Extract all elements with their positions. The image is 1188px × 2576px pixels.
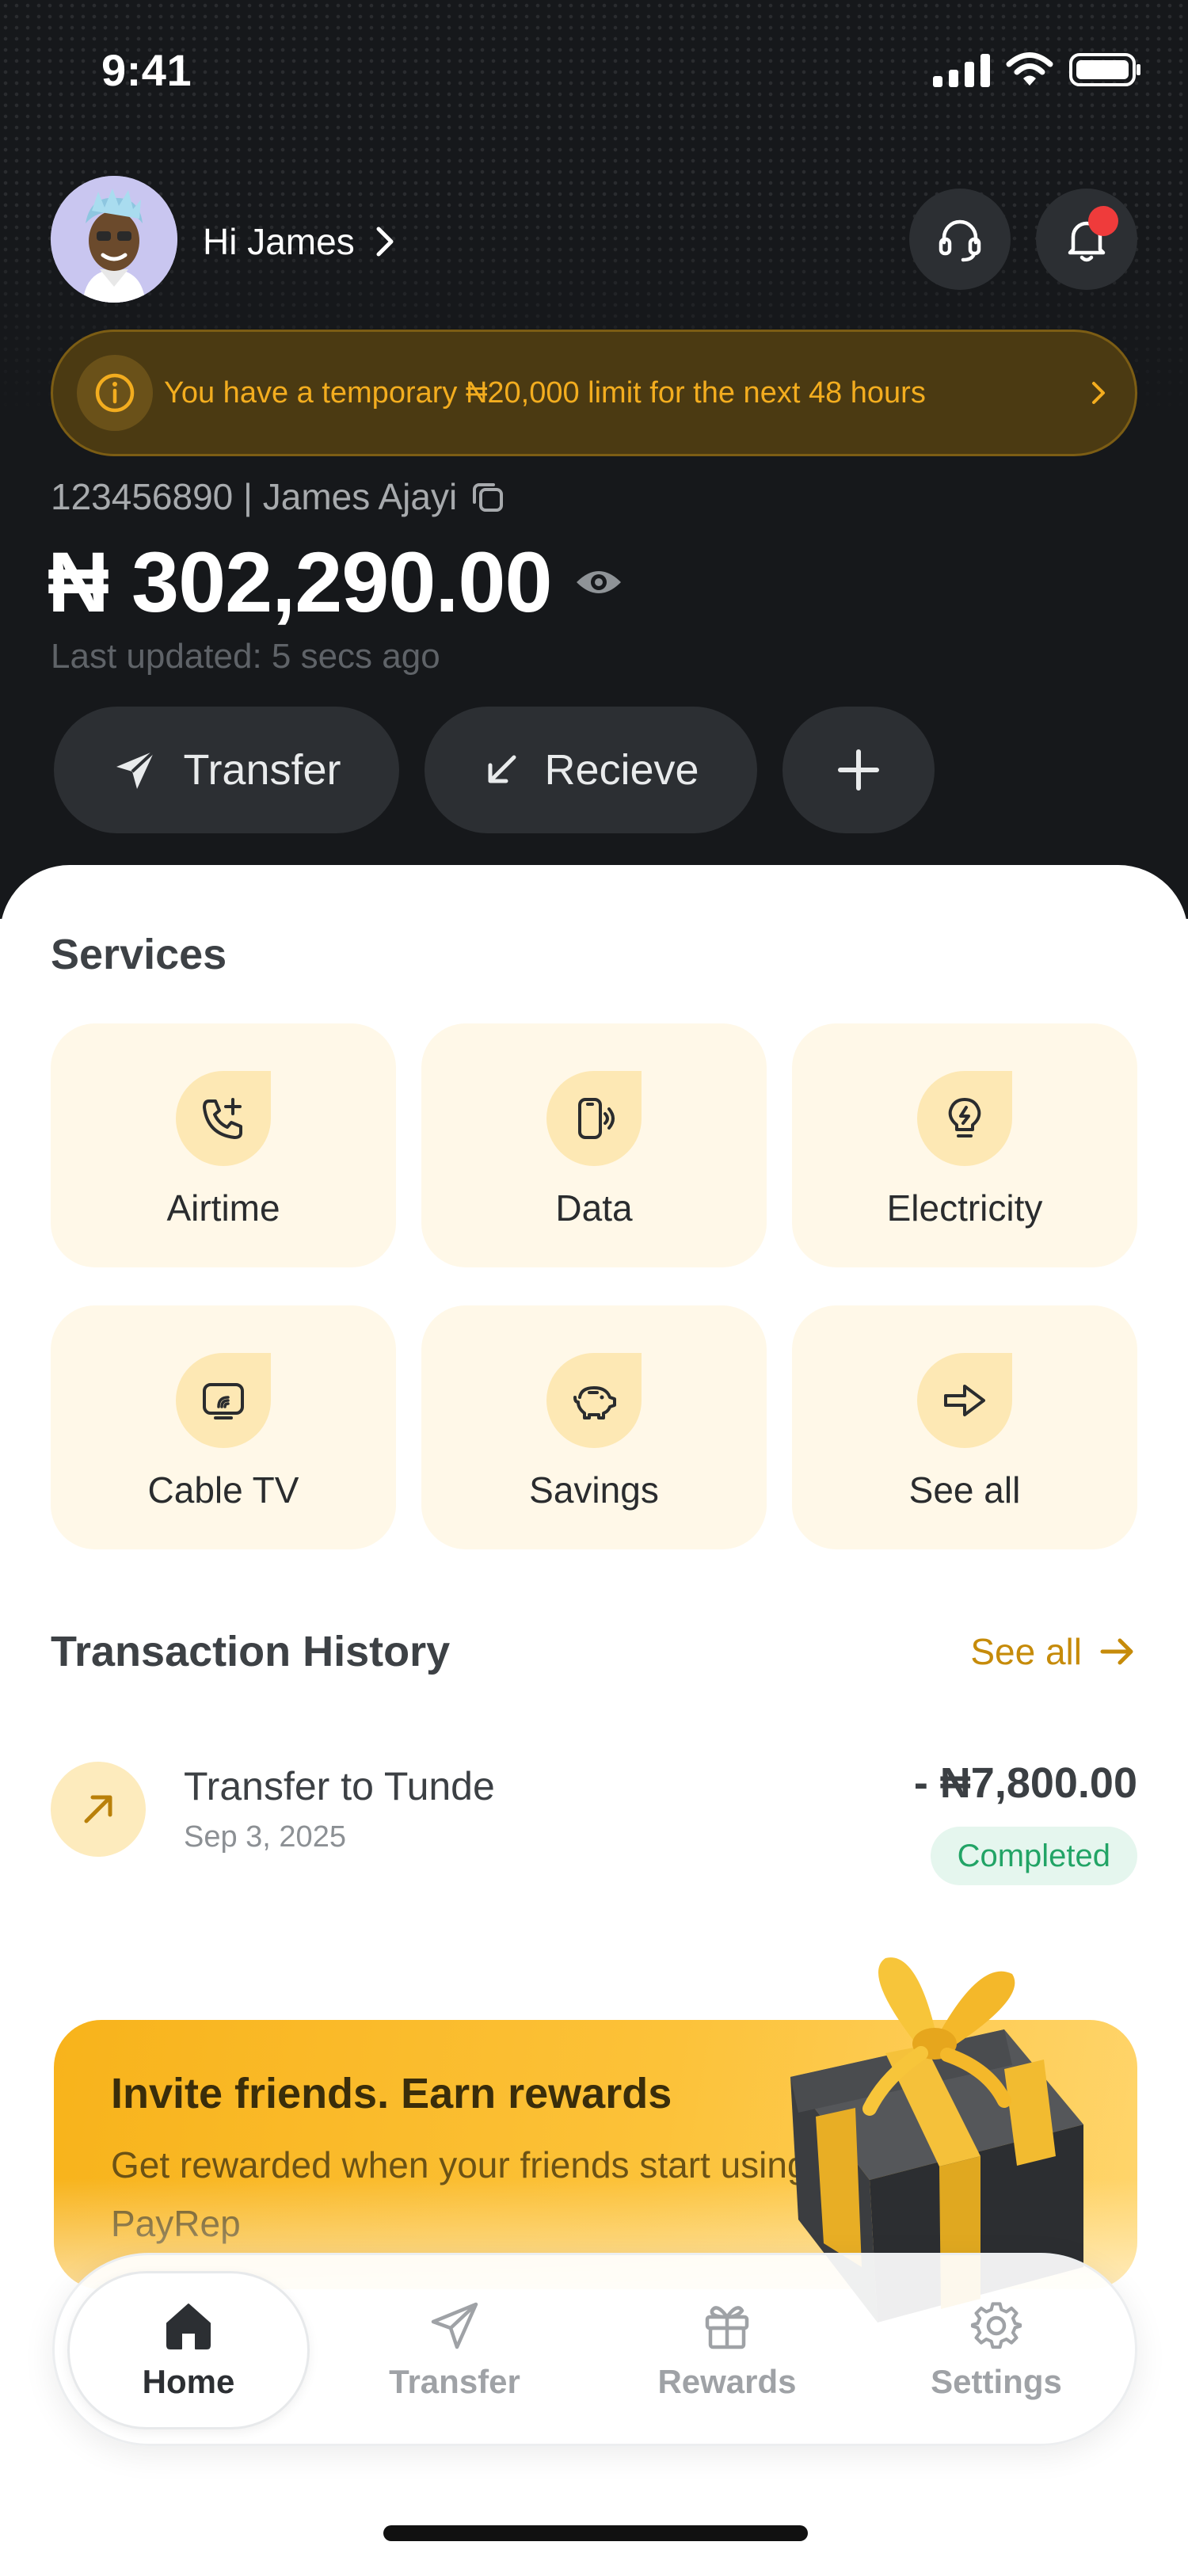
- signal-icon: [933, 54, 990, 87]
- account-number-name: 123456890 | James Ajayi: [51, 476, 458, 517]
- transaction-title: Transfer to Tunde: [184, 1764, 495, 1808]
- transfer-button-label: Transfer: [183, 746, 341, 794]
- status-badge: Completed: [930, 1827, 1137, 1885]
- nav-label: Settings: [931, 2363, 1062, 2400]
- account-info: 123456890 | James Ajayi: [51, 475, 506, 518]
- chevron-right-icon: [376, 227, 394, 257]
- mobile-data-icon: [546, 1071, 642, 1166]
- history-see-all-link[interactable]: See all: [970, 1630, 1136, 1673]
- gift-icon: [705, 2306, 749, 2349]
- nav-label: Transfer: [389, 2363, 520, 2400]
- support-button[interactable]: [909, 189, 1011, 290]
- avatar-icon: [51, 176, 177, 303]
- home-indicator: [383, 2525, 808, 2541]
- tv-icon: [176, 1353, 271, 1448]
- battery-icon: [1069, 53, 1140, 86]
- last-updated: Last updated: 5 secs ago: [51, 637, 440, 676]
- service-airtime[interactable]: Airtime: [51, 1023, 396, 1267]
- status-icons: [933, 52, 1142, 87]
- transaction-date: Sep 3, 2025: [184, 1820, 346, 1854]
- header-section: 9:41 Hi James You have a temporary ₦20,0…: [0, 0, 1188, 919]
- arrow-up-right-icon: [51, 1762, 146, 1857]
- transaction-amount: - ₦7,800.00: [913, 1759, 1137, 1807]
- nav-label: Rewards: [657, 2363, 797, 2400]
- nav-label: Home: [142, 2363, 235, 2400]
- copy-icon[interactable]: [470, 478, 506, 515]
- bottom-nav: Home Transfer Rewards Settings: [52, 2253, 1137, 2446]
- service-savings[interactable]: Savings: [421, 1305, 767, 1549]
- arrow-right-icon: [917, 1353, 1012, 1448]
- nav-settings[interactable]: Settings: [875, 2271, 1118, 2429]
- history-see-all-label: See all: [970, 1631, 1082, 1672]
- service-see-all[interactable]: See all: [792, 1305, 1137, 1549]
- eye-icon[interactable]: [574, 565, 623, 600]
- info-icon: [77, 355, 153, 431]
- nav-home[interactable]: Home: [67, 2271, 310, 2429]
- history-title: Transaction History: [51, 1628, 451, 1675]
- avatar[interactable]: [51, 176, 177, 303]
- gear-icon: [970, 2302, 1022, 2349]
- receive-button-label: Recieve: [544, 746, 699, 794]
- arrow-right-icon: [1100, 1638, 1133, 1665]
- balance-amount: ₦ 302,290.00: [48, 534, 553, 630]
- transfer-button[interactable]: Transfer: [54, 707, 399, 833]
- balance-display: ₦ 302,290.00: [48, 532, 623, 631]
- nav-rewards[interactable]: Rewards: [606, 2271, 848, 2429]
- wifi-icon: [1006, 52, 1053, 86]
- transaction-row[interactable]: Transfer to Tunde Sep 3, 2025 - ₦7,800.0…: [51, 1743, 1137, 1901]
- service-label: Cable TV: [147, 1469, 299, 1511]
- headset-icon: [939, 219, 981, 262]
- receive-button[interactable]: Recieve: [425, 707, 757, 833]
- limit-banner-text: You have a temporary ₦20,000 limit for t…: [164, 375, 926, 410]
- greeting-link[interactable]: Hi James: [203, 220, 394, 263]
- piggy-bank-icon: [546, 1353, 642, 1448]
- status-time: 9:41: [101, 45, 192, 95]
- nav-transfer[interactable]: Transfer: [333, 2271, 576, 2429]
- service-label: See all: [908, 1469, 1021, 1511]
- arrow-down-left-icon: [488, 755, 516, 783]
- plus-icon: [838, 749, 879, 791]
- phone-plus-icon: [176, 1071, 271, 1166]
- notifications-button[interactable]: [1036, 189, 1137, 290]
- add-button[interactable]: [782, 707, 935, 833]
- invite-title: Invite friends. Earn rewards: [111, 2070, 672, 2117]
- service-electricity[interactable]: Electricity: [792, 1023, 1137, 1267]
- service-label: Airtime: [166, 1187, 280, 1229]
- send-icon: [116, 749, 156, 789]
- service-label: Data: [555, 1187, 633, 1229]
- bulb-icon: [917, 1071, 1012, 1166]
- service-label: Savings: [529, 1469, 659, 1511]
- service-data[interactable]: Data: [421, 1023, 767, 1267]
- service-cable-tv[interactable]: Cable TV: [51, 1305, 396, 1549]
- chevron-right-icon: [1092, 382, 1105, 404]
- send-icon: [431, 2302, 478, 2349]
- service-label: Electricity: [886, 1187, 1043, 1229]
- greeting-text: Hi James: [203, 221, 355, 262]
- limit-banner[interactable]: You have a temporary ₦20,000 limit for t…: [51, 330, 1137, 456]
- services-title: Services: [51, 931, 227, 978]
- home-icon: [166, 2304, 211, 2349]
- notification-badge: [1088, 206, 1118, 236]
